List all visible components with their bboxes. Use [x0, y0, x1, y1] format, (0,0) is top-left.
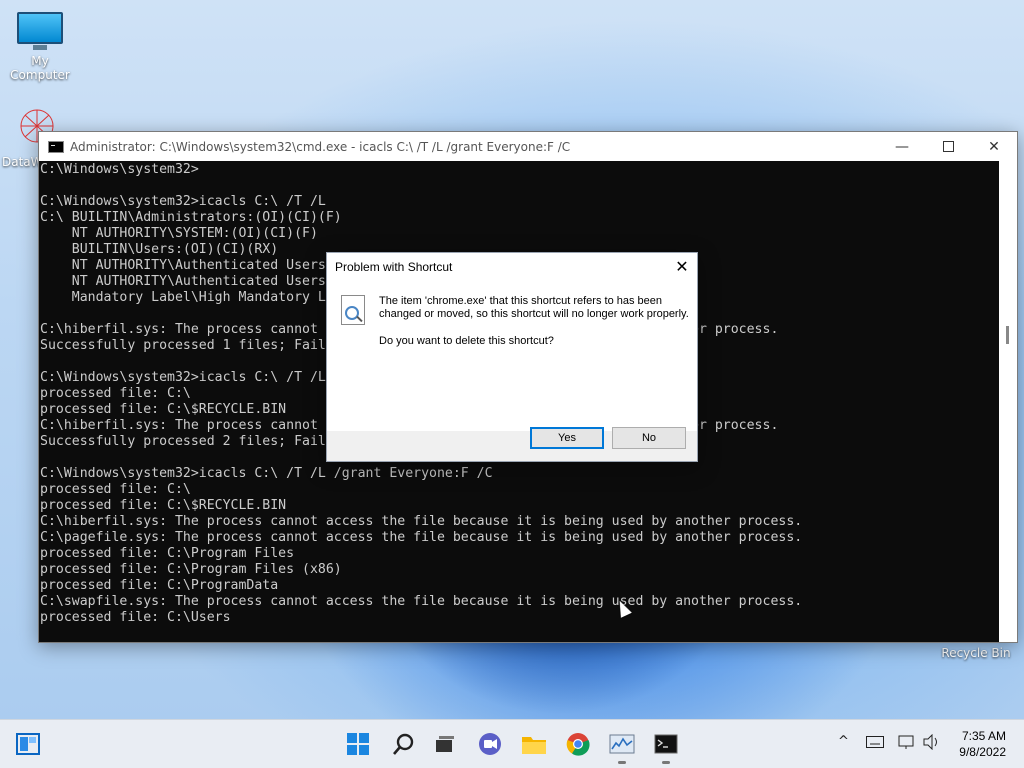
start-icon — [347, 733, 369, 755]
file-explorer-icon — [522, 737, 546, 754]
widgets-icon — [16, 733, 40, 755]
cmd-line: processed file: C:\$RECYCLE.BIN — [40, 498, 287, 513]
cmd-line: C:\Windows\system32>icacls C:\ /T /L — [40, 194, 326, 209]
volume-icon — [923, 733, 937, 751]
network-button[interactable] — [898, 734, 916, 754]
missing-shortcut-icon — [341, 295, 365, 325]
search-button[interactable] — [389, 730, 417, 758]
task-view-button[interactable] — [431, 730, 459, 758]
desktop-icon-recycle-bin[interactable]: Recycle Bin — [940, 646, 1012, 660]
network-icon — [898, 735, 914, 749]
cmd-line: C:\pagefile.sys: The process cannot acce… — [40, 530, 803, 545]
taskbar: ^ 7:35 AM 9/8/2022 — [0, 719, 1024, 768]
close-icon: ✕ — [675, 259, 689, 276]
maximize-button[interactable] — [925, 132, 971, 161]
dialog-content: The item 'chrome.exe' that this shortcut… — [327, 281, 697, 431]
dialog-question: Do you want to delete this shortcut? — [379, 335, 554, 347]
start-button[interactable] — [344, 730, 372, 758]
volume-button[interactable] — [922, 733, 940, 754]
cmd-title: Administrator: C:\Windows\system32\cmd.e… — [70, 139, 571, 154]
close-button[interactable]: ✕ — [971, 132, 1017, 161]
cmd-line: processed file: C:\Program Files — [40, 546, 295, 561]
close-icon: ✕ — [988, 138, 1000, 155]
running-indicator — [662, 761, 670, 764]
chat-icon — [479, 733, 501, 755]
cmd-line: processed file: C:\ — [40, 482, 191, 497]
cmd-line: processed file: C:\ProgramData — [40, 578, 279, 593]
desktop-icon-my-computer[interactable]: My Computer — [2, 12, 78, 82]
shortcut-problem-dialog[interactable]: Problem with Shortcut ✕ The item 'chrome… — [326, 252, 698, 462]
dialog-titlebar[interactable]: Problem with Shortcut ✕ — [327, 253, 697, 281]
search-icon — [393, 733, 414, 755]
cmd-line: C:\ BUILTIN\Administrators:(OI)(CI)(F) — [40, 210, 342, 225]
chrome-button[interactable] — [564, 730, 592, 758]
cmd-line: C:\Windows\system32> — [40, 162, 199, 177]
keyboard-icon — [866, 736, 884, 748]
clock-date: 9/8/2022 — [959, 745, 1006, 759]
performance-monitor-button[interactable] — [608, 730, 636, 764]
yes-button[interactable]: Yes — [530, 427, 604, 449]
dialog-close-button[interactable]: ✕ — [667, 253, 697, 281]
cmd-line: processed file: C:\Users — [40, 610, 231, 625]
tray-overflow-button[interactable]: ^ — [838, 734, 849, 749]
command-prompt-icon — [654, 734, 678, 754]
cmd-line: NT AUTHORITY\SYSTEM:(OI)(CI)(F) — [40, 226, 318, 241]
cmd-line: processed file: C:\Program Files (x86) — [40, 562, 342, 577]
cmd-line: C:\Windows\system32>icacls C:\ /T /L /gr… — [40, 466, 493, 481]
chat-button[interactable] — [476, 730, 504, 758]
cmd-app-icon — [48, 140, 64, 153]
command-prompt-button[interactable] — [652, 730, 680, 764]
desktop-icon-label: Recycle Bin — [941, 646, 1011, 660]
clock[interactable]: 7:35 AM 9/8/2022 — [959, 728, 1006, 760]
cmd-titlebar[interactable]: Administrator: C:\Windows\system32\cmd.e… — [39, 132, 1017, 161]
no-button[interactable]: No — [612, 427, 686, 449]
dialog-title: Problem with Shortcut — [335, 260, 453, 274]
computer-icon — [17, 12, 63, 50]
chevron-up-icon: ^ — [838, 734, 849, 749]
dialog-message: The item 'chrome.exe' that this shortcut… — [379, 295, 689, 320]
desktop-icon-label: My Computer — [10, 54, 70, 82]
task-view-icon — [436, 736, 454, 752]
cmd-line — [40, 178, 1000, 194]
cmd-scrollbar[interactable] — [999, 161, 1017, 642]
clock-time: 7:35 AM — [961, 729, 1006, 743]
cmd-line: C:\swapfile.sys: The process cannot acce… — [40, 594, 803, 609]
widgets-button[interactable] — [14, 730, 42, 758]
chrome-icon — [566, 733, 590, 756]
cmd-scrollbar-thumb[interactable] — [1006, 326, 1009, 344]
keyboard-button[interactable] — [866, 736, 884, 752]
performance-monitor-icon — [609, 734, 635, 754]
file-explorer-button[interactable] — [520, 730, 548, 758]
maximize-icon — [942, 141, 954, 152]
minimize-button[interactable]: — — [879, 132, 925, 161]
dialog-buttons: Yes No — [327, 427, 697, 449]
running-indicator — [618, 761, 626, 764]
minimize-icon: — — [895, 138, 909, 155]
cmd-line: C:\hiberfil.sys: The process cannot acce… — [40, 514, 803, 529]
